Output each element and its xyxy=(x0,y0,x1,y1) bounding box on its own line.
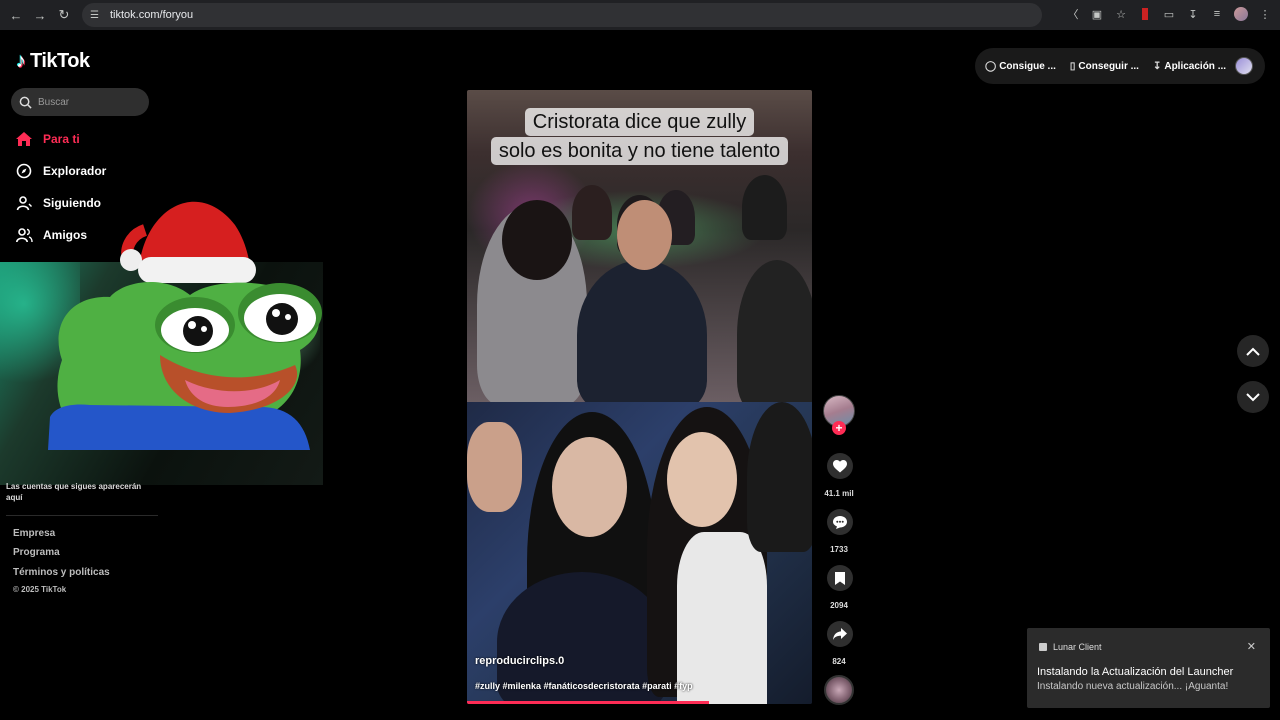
pepe-santa-sticker xyxy=(48,201,322,450)
profile-avatar[interactable] xyxy=(1232,3,1250,25)
back-icon[interactable]: ← xyxy=(6,5,26,25)
url-text: tiktok.com/foryou xyxy=(110,9,194,21)
comment-button[interactable] xyxy=(827,509,853,535)
compass-icon xyxy=(15,162,33,180)
phone-icon: ▯ xyxy=(1069,60,1076,72)
share-button[interactable] xyxy=(827,621,853,647)
reading-list-icon[interactable]: ≡ xyxy=(1208,3,1226,25)
browser-toolbar: ← → ↻ ☰ tiktok.com/foryou 〈 ▣ ☆ ▭ ↧ ≡ ⋮ xyxy=(0,0,1280,30)
like-button[interactable] xyxy=(827,453,853,479)
footer-link-terminos[interactable]: Términos y políticas xyxy=(13,567,110,578)
comment-count: 1733 xyxy=(830,545,848,554)
notification-body: Instalando nueva actualización... ¡Aguan… xyxy=(1037,681,1229,692)
chevron-up-icon xyxy=(1246,347,1260,356)
sidebar-divider xyxy=(6,515,158,516)
video-player[interactable]: Cristorata dice que zully solo es bonita… xyxy=(467,90,812,704)
save-button[interactable] xyxy=(827,565,853,591)
share-count: 824 xyxy=(832,657,846,666)
save-count: 2094 xyxy=(830,601,848,610)
follow-plus-icon[interactable]: + xyxy=(832,421,846,435)
share-icon xyxy=(833,628,847,640)
close-icon[interactable]: ✕ xyxy=(1247,640,1256,653)
caption-line-2: solo es bonita y no tiene talento xyxy=(490,137,789,165)
copyright-text: © 2025 TikTok xyxy=(13,585,67,594)
sidebar-item-label: Explorador xyxy=(43,164,107,178)
footer-link-empresa[interactable]: Empresa xyxy=(13,528,55,539)
notification-app-name: Lunar Client xyxy=(1053,642,1102,652)
tiktok-note-icon: ♪ xyxy=(16,50,26,72)
footer-link-programa[interactable]: Programa xyxy=(13,547,60,558)
download-app-button[interactable]: ↧ Aplicación ... xyxy=(1153,61,1226,72)
menu-kebab-icon[interactable]: ⋮ xyxy=(1256,3,1274,25)
notification-title: Instalando la Actualización del Launcher xyxy=(1037,666,1234,678)
translate-icon[interactable]: 〈 xyxy=(1064,3,1082,25)
video-progress-bar[interactable] xyxy=(467,701,709,704)
forward-icon[interactable]: → xyxy=(30,5,50,25)
bookmark-star-icon[interactable]: ☆ xyxy=(1112,3,1130,25)
reload-icon[interactable]: ↻ xyxy=(54,5,74,25)
home-icon xyxy=(15,130,33,148)
sidebar-item-label: Para ti xyxy=(43,132,80,146)
lunar-client-icon xyxy=(1039,643,1047,651)
address-bar[interactable]: ☰ tiktok.com/foryou xyxy=(82,3,1042,27)
top-actions-bar: ◯ Consigue ... ▯ Conseguir ... ↧ Aplicac… xyxy=(975,48,1265,84)
next-video-button[interactable] xyxy=(1237,381,1269,413)
get-coins-button[interactable]: ◯ Consigue ... xyxy=(985,61,1056,72)
chevron-down-icon xyxy=(1246,392,1260,401)
sidebar-item-explorador[interactable]: Explorador xyxy=(15,162,106,180)
search-box[interactable] xyxy=(11,88,149,116)
user-avatar[interactable] xyxy=(1235,57,1253,75)
extension-red-icon[interactable] xyxy=(1136,3,1154,25)
video-caption-overlay: Cristorata dice que zully solo es bonita… xyxy=(467,108,812,166)
comment-icon xyxy=(833,515,847,529)
cast-icon[interactable]: ▣ xyxy=(1088,3,1106,25)
heart-icon xyxy=(833,459,847,472)
search-input[interactable] xyxy=(38,96,138,108)
following-empty-note: Las cuentas que sigues aparecerán aquí xyxy=(6,482,142,502)
previous-video-button[interactable] xyxy=(1237,335,1269,367)
downloads-icon[interactable]: ↧ xyxy=(1184,3,1202,25)
video-author[interactable]: reproducirclips.0 xyxy=(475,655,564,667)
coin-icon: ◯ xyxy=(985,60,997,72)
search-icon xyxy=(19,96,32,109)
download-icon: ↧ xyxy=(1152,60,1162,72)
extensions-icon[interactable]: ▭ xyxy=(1160,3,1178,25)
logo-text: TikTok xyxy=(30,50,90,72)
tiktok-logo[interactable]: ♪ TikTok xyxy=(16,50,90,73)
get-app-button[interactable]: ▯ Conseguir ... xyxy=(1070,61,1139,72)
video-hashtags[interactable]: #zully #milenka #fanáticosdecristorata #… xyxy=(475,681,693,691)
bookmark-icon xyxy=(835,571,845,585)
system-notification[interactable]: Lunar Client ✕ Instalando la Actualizaci… xyxy=(1027,628,1270,708)
like-count: 41.1 mil xyxy=(824,489,854,498)
caption-line-1: Cristorata dice que zully xyxy=(524,108,755,136)
music-disc[interactable] xyxy=(824,675,854,705)
site-settings-icon[interactable]: ☰ xyxy=(90,10,104,21)
sidebar-item-para-ti[interactable]: Para ti xyxy=(15,130,80,148)
